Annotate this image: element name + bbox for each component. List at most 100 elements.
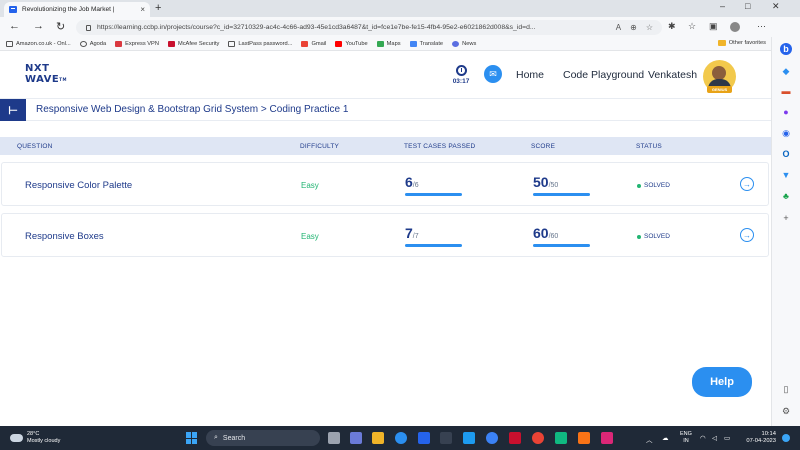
battery-icon[interactable]: ▭ <box>724 434 730 442</box>
nxtwave-logo[interactable]: NXT WAVETM <box>25 63 67 85</box>
tree-icon[interactable]: ♣ <box>780 190 792 202</box>
bookmark-expressvpn[interactable]: Express VPN <box>115 40 159 47</box>
minimize-icon[interactable]: – <box>720 1 725 11</box>
status-dot-icon <box>637 183 641 188</box>
tests-passed: 7/7 <box>405 225 462 247</box>
app-icon[interactable] <box>578 432 590 444</box>
tab-title: Revolutionizing the Job Market | <box>22 6 115 13</box>
bookmark-amazon[interactable]: Amazon.co.uk - Onl... <box>6 40 71 47</box>
search-icon: ⌕ <box>214 434 218 441</box>
tests-progress-bar <box>405 193 462 196</box>
edge-sidebar: b ◆ ▬ ● ◉ O ▼ ♣ + ▯ ⚙ <box>771 37 800 426</box>
zoom-icon[interactable]: ⊕ <box>630 23 637 32</box>
office-icon[interactable]: ◉ <box>780 127 792 139</box>
other-favorites[interactable]: Other favorites <box>717 40 766 46</box>
bookmark-agoda[interactable]: Agoda <box>79 40 106 47</box>
question-name[interactable]: Responsive Color Palette <box>25 180 132 191</box>
store-icon[interactable] <box>418 432 430 444</box>
bookmark-news[interactable]: News <box>452 40 476 47</box>
score: 60/60 <box>533 225 590 247</box>
read-aloud-icon[interactable]: A <box>616 23 621 32</box>
avatar[interactable]: GENIUS <box>703 60 736 93</box>
session-timer: 03:17 <box>450 65 472 85</box>
youtube-icon <box>335 40 343 47</box>
language-indicator[interactable]: ENG IN <box>680 431 692 444</box>
app-icon[interactable] <box>555 432 567 444</box>
url-text: https://learning.ccbp.in/projects/course… <box>97 24 536 31</box>
wifi-icon[interactable]: ◠ <box>700 434 706 442</box>
genius-badge: GENIUS <box>707 86 732 93</box>
tag-icon[interactable]: ◆ <box>780 65 792 77</box>
header-tests-passed: TEST CASES PASSED <box>404 143 476 150</box>
teams-icon[interactable] <box>350 432 362 444</box>
system-clock[interactable]: 10:14 07-04-2023 <box>740 431 776 445</box>
back-icon[interactable]: ← <box>9 20 20 32</box>
browser-tab-strip: Revolutionizing the Job Market | × + – □… <box>0 0 800 17</box>
add-sidebar-icon[interactable]: + <box>780 212 792 224</box>
profile-icon[interactable] <box>730 22 740 32</box>
collections-icon[interactable]: ▣ <box>709 21 718 32</box>
app-icon[interactable] <box>601 432 613 444</box>
expressvpn-icon <box>115 40 123 47</box>
table-row[interactable]: Responsive Color Palette Easy 6/6 50/50 … <box>1 162 769 206</box>
weather-widget[interactable]: 28°C Mostly cloudy <box>10 431 60 444</box>
bookmark-translate[interactable]: Translate <box>409 40 443 47</box>
forward-icon[interactable]: → <box>33 20 44 32</box>
collapse-sidebar-icon[interactable]: ⊢ <box>0 99 26 121</box>
question-name[interactable]: Responsive Boxes <box>25 231 104 242</box>
tab-close-icon[interactable]: × <box>140 5 145 14</box>
stopwatch-icon <box>455 65 467 76</box>
difficulty-label: Easy <box>301 181 319 190</box>
outlook-icon[interactable]: O <box>780 148 792 160</box>
bing-icon[interactable]: b <box>780 43 792 55</box>
bookmark-gmail[interactable]: Gmail <box>301 40 326 47</box>
chat-icon[interactable]: ✉ <box>484 65 502 83</box>
bookmark-mcafee[interactable]: McAfee Security <box>167 40 219 47</box>
favorites-icon[interactable]: ☆ <box>688 21 696 32</box>
taskbar-search[interactable]: ⌕ Search <box>206 430 320 446</box>
tray-chevron-icon[interactable]: ︿ <box>646 434 653 444</box>
table-header: QUESTION DIFFICULTY TEST CASES PASSED SC… <box>0 137 771 155</box>
twitter-icon[interactable] <box>463 432 475 444</box>
table-row[interactable]: Responsive Boxes Easy 7/7 60/60 SOLVED → <box>1 213 769 257</box>
open-arrow-icon[interactable]: → <box>740 228 754 242</box>
maximize-icon[interactable]: □ <box>745 1 750 11</box>
more-menu-icon[interactable]: ⋯ <box>757 21 766 32</box>
windows-start-icon[interactable] <box>186 432 198 444</box>
task-view-icon[interactable] <box>328 432 340 444</box>
edge-icon[interactable] <box>395 432 407 444</box>
settings-gear-icon[interactable]: ⚙ <box>780 405 792 417</box>
nav-home-link[interactable]: Home <box>516 69 544 81</box>
refresh-icon[interactable]: ↻ <box>56 20 65 33</box>
close-window-icon[interactable]: ✕ <box>772 1 780 12</box>
favorite-star-icon[interactable]: ☆ <box>646 23 653 32</box>
toolbox-icon[interactable]: ▬ <box>780 85 792 97</box>
address-bar[interactable]: https://learning.ccbp.in/projects/course… <box>76 20 662 35</box>
breadcrumb-text: Responsive Web Design & Bootstrap Grid S… <box>36 104 349 115</box>
help-button[interactable]: Help <box>692 367 752 397</box>
chrome-icon[interactable] <box>532 432 544 444</box>
games-icon[interactable]: ● <box>780 106 792 118</box>
nav-code-playground-link[interactable]: Code Playground <box>563 69 644 81</box>
lock-icon <box>86 24 91 31</box>
mcafee-app-icon[interactable] <box>509 432 521 444</box>
new-tab-icon[interactable]: + <box>155 2 161 14</box>
mail-icon[interactable] <box>440 432 452 444</box>
notification-icon[interactable] <box>782 434 790 442</box>
bookmark-lastpass[interactable]: LastPass password... <box>228 40 292 47</box>
browser-tab[interactable]: Revolutionizing the Job Market | × <box>4 2 150 17</box>
extensions-icon[interactable]: ✱ <box>668 21 676 32</box>
sidebar-layout-icon[interactable]: ▯ <box>780 383 792 395</box>
user-name[interactable]: Venkatesh <box>648 69 697 81</box>
volume-icon[interactable]: ◁ <box>712 434 717 442</box>
bookmark-maps[interactable]: Maps <box>376 40 401 47</box>
send-icon[interactable]: ▼ <box>780 169 792 181</box>
avatar-face <box>712 66 726 80</box>
help-app-icon[interactable] <box>486 432 498 444</box>
bookmark-youtube[interactable]: YouTube <box>335 40 368 47</box>
file-explorer-icon[interactable] <box>372 432 384 444</box>
breadcrumb: ⊢ Responsive Web Design & Bootstrap Grid… <box>0 98 771 121</box>
onedrive-icon[interactable]: ☁ <box>662 434 669 442</box>
mcafee-icon <box>167 40 175 47</box>
open-arrow-icon[interactable]: → <box>740 177 754 191</box>
